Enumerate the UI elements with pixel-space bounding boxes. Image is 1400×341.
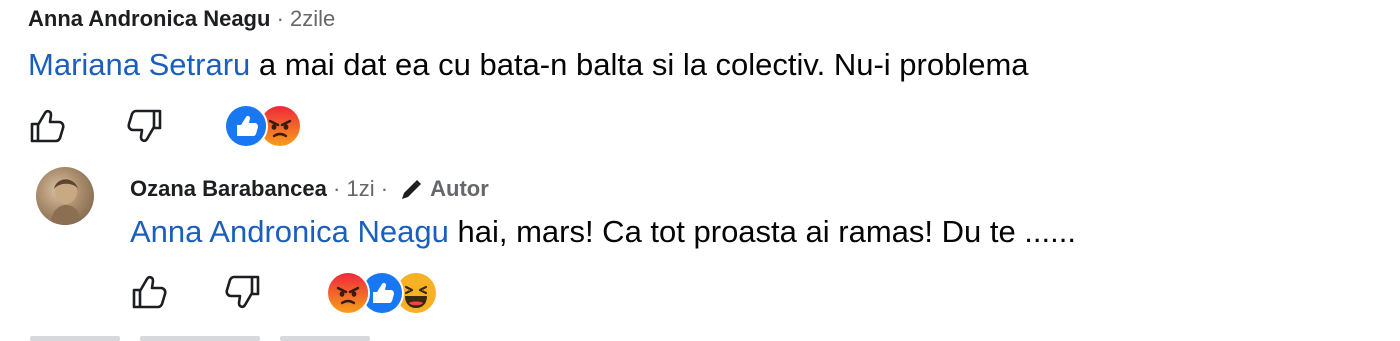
thumbs-up-icon (132, 275, 167, 309)
avatar[interactable] (36, 167, 94, 225)
meta-separator: · (276, 6, 284, 31)
comment-header: Anna Andronica Neagu · 2zile (28, 6, 335, 32)
meta-separator: · (380, 176, 389, 201)
reactions-summary[interactable] (224, 104, 306, 148)
comment-time[interactable]: 2zile (290, 6, 335, 31)
dislike-button[interactable] (222, 270, 266, 314)
like-button[interactable] (126, 270, 170, 314)
thumbs-down-icon (127, 109, 162, 143)
avatar-image (50, 178, 82, 225)
divider (140, 336, 260, 341)
dislike-button[interactable] (124, 104, 168, 148)
author-badge: Autor (430, 176, 489, 201)
mention-link[interactable]: Mariana Setraru (28, 47, 250, 82)
reply-body: hai, mars! Ca tot proasta ai ramas! Du t… (448, 214, 1076, 249)
next-comment-partial (0, 330, 1400, 341)
reply-header: Ozana Barabancea · 1zi · Autor (130, 176, 489, 203)
thumbs-up-icon (30, 109, 65, 143)
angry-icon (326, 271, 370, 315)
like-icon (224, 104, 268, 148)
divider (30, 336, 120, 341)
meta-separator: · (333, 176, 341, 201)
comment-text: Mariana Setraru a mai dat ea cu bata-n b… (28, 46, 1029, 84)
divider (280, 336, 370, 341)
mention-link[interactable]: Anna Andronica Neagu (130, 214, 449, 249)
reactions-summary[interactable] (326, 271, 438, 315)
thumbs-down-icon (225, 275, 260, 309)
reply-text: Anna Andronica Neagu hai, mars! Ca tot p… (130, 213, 1076, 251)
pencil-icon (398, 177, 424, 203)
comment-body: a mai dat ea cu bata-n balta si la colec… (250, 47, 1029, 82)
reply-author[interactable]: Ozana Barabancea (130, 176, 327, 201)
reply-time[interactable]: 1zi (346, 176, 374, 201)
comment-author[interactable]: Anna Andronica Neagu (28, 6, 270, 31)
like-button[interactable] (24, 104, 68, 148)
